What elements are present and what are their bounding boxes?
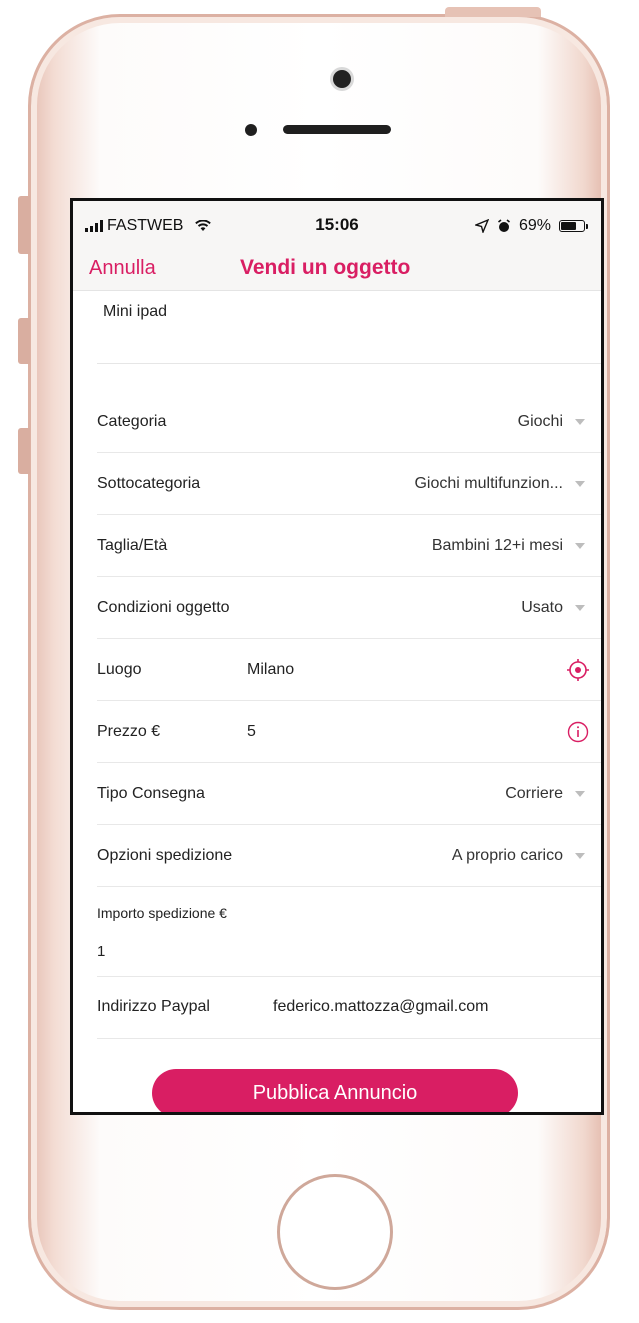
field-label: Condizioni oggetto	[97, 598, 230, 616]
front-camera	[333, 70, 351, 88]
field-label: Sottocategoria	[97, 474, 201, 492]
alarm-icon	[497, 219, 510, 232]
size-age-select[interactable]: Taglia/Età Bambini 12+i mesi	[97, 515, 601, 577]
field-label: Opzioni spedizione	[97, 846, 233, 864]
chevron-down-icon	[575, 604, 585, 611]
location-input[interactable]: Milano	[247, 661, 294, 679]
proximity-sensor	[245, 124, 257, 136]
field-value: Corriere	[505, 784, 563, 802]
location-field[interactable]: Luogo Milano	[97, 639, 601, 701]
condition-select[interactable]: Condizioni oggetto Usato	[97, 577, 601, 639]
status-bar: FASTWEB 15:06 69%	[73, 201, 601, 247]
chevron-down-icon	[575, 852, 585, 859]
chevron-down-icon	[575, 418, 585, 425]
field-value: Giochi	[517, 412, 563, 430]
earpiece-speaker	[283, 125, 391, 134]
divider	[97, 363, 601, 364]
category-select[interactable]: Categoria Giochi	[97, 391, 601, 453]
subcategory-select[interactable]: Sottocategoria Giochi multifunzion...	[97, 453, 601, 515]
field-label: Prezzo €	[97, 722, 161, 740]
chevron-down-icon	[575, 480, 585, 487]
battery-icon	[559, 220, 588, 232]
field-label: Importo spedizione €	[97, 905, 227, 921]
battery-percent: 69%	[518, 217, 551, 234]
field-label: Luogo	[97, 660, 142, 678]
info-icon[interactable]	[567, 721, 589, 743]
power-button	[445, 7, 541, 17]
field-value: A proprio carico	[451, 846, 563, 864]
delivery-type-select[interactable]: Tipo Consegna Corriere	[97, 763, 601, 825]
item-title-input[interactable]: Mini ipad	[103, 303, 167, 321]
field-value: Usato	[521, 598, 563, 616]
field-label: Taglia/Età	[97, 536, 168, 554]
volume-up-button	[18, 318, 30, 364]
shipping-amount-field[interactable]: Importo spedizione € 1	[97, 887, 601, 977]
mute-switch	[18, 196, 30, 254]
home-button[interactable]	[277, 1174, 393, 1290]
phone-screen: FASTWEB 15:06 69% Annulla Vendi un ogget…	[70, 198, 604, 1115]
page-title: Vendi un oggetto	[240, 256, 411, 279]
navigation-bar: Annulla Vendi un oggetto	[73, 247, 601, 291]
paypal-email-input[interactable]: federico.mattozza@gmail.com	[273, 998, 488, 1016]
volume-down-button	[18, 428, 30, 474]
shipping-options-select[interactable]: Opzioni spedizione A proprio carico	[97, 825, 601, 887]
price-field[interactable]: Prezzo € 5	[97, 701, 601, 763]
field-label: Indirizzo Paypal	[97, 998, 210, 1015]
chevron-down-icon	[575, 790, 585, 797]
paypal-field[interactable]: Indirizzo Paypal federico.mattozza@gmail…	[97, 977, 601, 1039]
location-arrow-icon	[474, 219, 489, 233]
field-value: Giochi multifunzion...	[414, 474, 563, 492]
field-label: Categoria	[97, 412, 167, 430]
chevron-down-icon	[575, 542, 585, 549]
price-input[interactable]: 5	[247, 723, 256, 741]
shipping-amount-input[interactable]: 1	[97, 943, 105, 960]
publish-button[interactable]: Pubblica Annuncio	[152, 1069, 518, 1112]
field-value: Bambini 12+i mesi	[431, 536, 563, 554]
locate-me-icon[interactable]	[567, 659, 589, 681]
cancel-button[interactable]: Annulla	[89, 257, 156, 280]
field-label: Tipo Consegna	[97, 784, 205, 802]
